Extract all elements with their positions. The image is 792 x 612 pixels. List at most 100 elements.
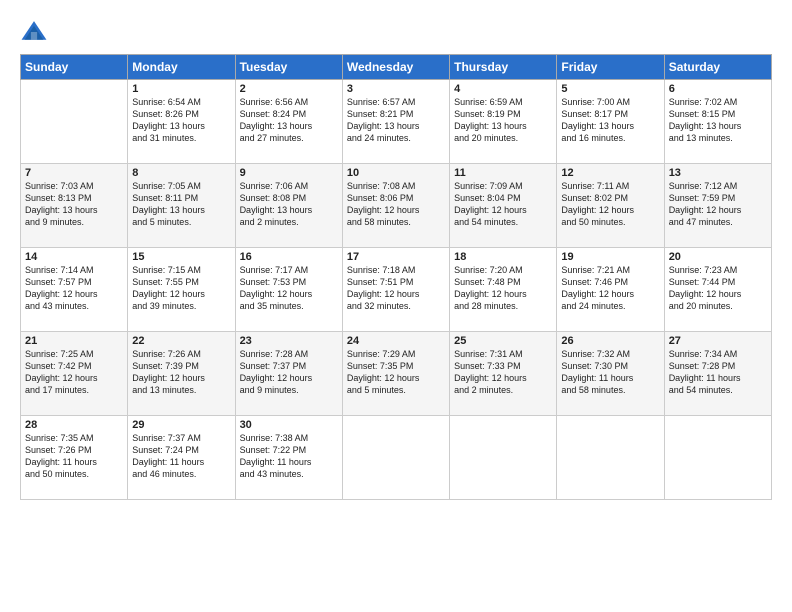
day-info: Sunrise: 7:21 AM Sunset: 7:46 PM Dayligh…: [561, 264, 659, 313]
day-number: 21: [25, 335, 123, 347]
day-info: Sunrise: 7:37 AM Sunset: 7:24 PM Dayligh…: [132, 432, 230, 481]
calendar-cell: 13Sunrise: 7:12 AM Sunset: 7:59 PM Dayli…: [664, 164, 771, 248]
day-number: 6: [669, 83, 767, 95]
day-info: Sunrise: 6:59 AM Sunset: 8:19 PM Dayligh…: [454, 96, 552, 145]
day-info: Sunrise: 7:20 AM Sunset: 7:48 PM Dayligh…: [454, 264, 552, 313]
day-number: 11: [454, 167, 552, 179]
day-number: 24: [347, 335, 445, 347]
calendar-cell: 14Sunrise: 7:14 AM Sunset: 7:57 PM Dayli…: [21, 248, 128, 332]
day-info: Sunrise: 7:32 AM Sunset: 7:30 PM Dayligh…: [561, 348, 659, 397]
calendar-cell: 21Sunrise: 7:25 AM Sunset: 7:42 PM Dayli…: [21, 332, 128, 416]
day-header-sunday: Sunday: [21, 55, 128, 80]
day-number: 27: [669, 335, 767, 347]
calendar-cell: [664, 416, 771, 500]
day-headers: SundayMondayTuesdayWednesdayThursdayFrid…: [21, 55, 772, 80]
calendar-cell: 12Sunrise: 7:11 AM Sunset: 8:02 PM Dayli…: [557, 164, 664, 248]
calendar-cell: 28Sunrise: 7:35 AM Sunset: 7:26 PM Dayli…: [21, 416, 128, 500]
day-number: 12: [561, 167, 659, 179]
day-number: 10: [347, 167, 445, 179]
day-info: Sunrise: 6:54 AM Sunset: 8:26 PM Dayligh…: [132, 96, 230, 145]
day-info: Sunrise: 7:38 AM Sunset: 7:22 PM Dayligh…: [240, 432, 338, 481]
day-info: Sunrise: 7:28 AM Sunset: 7:37 PM Dayligh…: [240, 348, 338, 397]
day-header-thursday: Thursday: [450, 55, 557, 80]
day-number: 28: [25, 419, 123, 431]
day-info: Sunrise: 7:12 AM Sunset: 7:59 PM Dayligh…: [669, 180, 767, 229]
day-number: 20: [669, 251, 767, 263]
calendar-week-2: 7Sunrise: 7:03 AM Sunset: 8:13 PM Daylig…: [21, 164, 772, 248]
day-info: Sunrise: 7:03 AM Sunset: 8:13 PM Dayligh…: [25, 180, 123, 229]
calendar-cell: 17Sunrise: 7:18 AM Sunset: 7:51 PM Dayli…: [342, 248, 449, 332]
header: [20, 18, 772, 46]
calendar-cell: 2Sunrise: 6:56 AM Sunset: 8:24 PM Daylig…: [235, 80, 342, 164]
logo: [20, 18, 52, 46]
calendar-cell: 10Sunrise: 7:08 AM Sunset: 8:06 PM Dayli…: [342, 164, 449, 248]
day-info: Sunrise: 6:56 AM Sunset: 8:24 PM Dayligh…: [240, 96, 338, 145]
day-header-saturday: Saturday: [664, 55, 771, 80]
calendar-cell: 24Sunrise: 7:29 AM Sunset: 7:35 PM Dayli…: [342, 332, 449, 416]
calendar-week-5: 28Sunrise: 7:35 AM Sunset: 7:26 PM Dayli…: [21, 416, 772, 500]
calendar-cell: 19Sunrise: 7:21 AM Sunset: 7:46 PM Dayli…: [557, 248, 664, 332]
day-info: Sunrise: 7:06 AM Sunset: 8:08 PM Dayligh…: [240, 180, 338, 229]
calendar-week-3: 14Sunrise: 7:14 AM Sunset: 7:57 PM Dayli…: [21, 248, 772, 332]
day-info: Sunrise: 7:31 AM Sunset: 7:33 PM Dayligh…: [454, 348, 552, 397]
calendar-cell: 11Sunrise: 7:09 AM Sunset: 8:04 PM Dayli…: [450, 164, 557, 248]
day-number: 1: [132, 83, 230, 95]
day-number: 23: [240, 335, 338, 347]
calendar-cell: 20Sunrise: 7:23 AM Sunset: 7:44 PM Dayli…: [664, 248, 771, 332]
calendar-cell: 5Sunrise: 7:00 AM Sunset: 8:17 PM Daylig…: [557, 80, 664, 164]
day-info: Sunrise: 7:23 AM Sunset: 7:44 PM Dayligh…: [669, 264, 767, 313]
day-header-monday: Monday: [128, 55, 235, 80]
day-header-tuesday: Tuesday: [235, 55, 342, 80]
calendar-cell: [342, 416, 449, 500]
day-number: 30: [240, 419, 338, 431]
calendar-cell: 18Sunrise: 7:20 AM Sunset: 7:48 PM Dayli…: [450, 248, 557, 332]
calendar-cell: [450, 416, 557, 500]
day-number: 14: [25, 251, 123, 263]
calendar-cell: 25Sunrise: 7:31 AM Sunset: 7:33 PM Dayli…: [450, 332, 557, 416]
day-number: 3: [347, 83, 445, 95]
day-info: Sunrise: 7:17 AM Sunset: 7:53 PM Dayligh…: [240, 264, 338, 313]
calendar-week-1: 1Sunrise: 6:54 AM Sunset: 8:26 PM Daylig…: [21, 80, 772, 164]
day-info: Sunrise: 7:34 AM Sunset: 7:28 PM Dayligh…: [669, 348, 767, 397]
calendar-week-4: 21Sunrise: 7:25 AM Sunset: 7:42 PM Dayli…: [21, 332, 772, 416]
day-number: 29: [132, 419, 230, 431]
day-number: 7: [25, 167, 123, 179]
day-info: Sunrise: 7:25 AM Sunset: 7:42 PM Dayligh…: [25, 348, 123, 397]
calendar-cell: 26Sunrise: 7:32 AM Sunset: 7:30 PM Dayli…: [557, 332, 664, 416]
day-number: 4: [454, 83, 552, 95]
calendar-cell: 27Sunrise: 7:34 AM Sunset: 7:28 PM Dayli…: [664, 332, 771, 416]
day-number: 19: [561, 251, 659, 263]
day-header-wednesday: Wednesday: [342, 55, 449, 80]
day-info: Sunrise: 7:15 AM Sunset: 7:55 PM Dayligh…: [132, 264, 230, 313]
day-number: 17: [347, 251, 445, 263]
day-info: Sunrise: 7:11 AM Sunset: 8:02 PM Dayligh…: [561, 180, 659, 229]
day-info: Sunrise: 7:08 AM Sunset: 8:06 PM Dayligh…: [347, 180, 445, 229]
day-number: 18: [454, 251, 552, 263]
calendar-cell: 8Sunrise: 7:05 AM Sunset: 8:11 PM Daylig…: [128, 164, 235, 248]
day-info: Sunrise: 7:18 AM Sunset: 7:51 PM Dayligh…: [347, 264, 445, 313]
logo-icon: [20, 18, 48, 46]
page: SundayMondayTuesdayWednesdayThursdayFrid…: [0, 0, 792, 612]
calendar-cell: 22Sunrise: 7:26 AM Sunset: 7:39 PM Dayli…: [128, 332, 235, 416]
day-number: 22: [132, 335, 230, 347]
calendar-cell: 3Sunrise: 6:57 AM Sunset: 8:21 PM Daylig…: [342, 80, 449, 164]
calendar-cell: 23Sunrise: 7:28 AM Sunset: 7:37 PM Dayli…: [235, 332, 342, 416]
day-info: Sunrise: 7:09 AM Sunset: 8:04 PM Dayligh…: [454, 180, 552, 229]
calendar-cell: 9Sunrise: 7:06 AM Sunset: 8:08 PM Daylig…: [235, 164, 342, 248]
day-info: Sunrise: 6:57 AM Sunset: 8:21 PM Dayligh…: [347, 96, 445, 145]
calendar-cell: 7Sunrise: 7:03 AM Sunset: 8:13 PM Daylig…: [21, 164, 128, 248]
day-number: 2: [240, 83, 338, 95]
day-info: Sunrise: 7:29 AM Sunset: 7:35 PM Dayligh…: [347, 348, 445, 397]
calendar-cell: 15Sunrise: 7:15 AM Sunset: 7:55 PM Dayli…: [128, 248, 235, 332]
day-number: 26: [561, 335, 659, 347]
day-number: 8: [132, 167, 230, 179]
day-number: 16: [240, 251, 338, 263]
calendar-cell: 16Sunrise: 7:17 AM Sunset: 7:53 PM Dayli…: [235, 248, 342, 332]
day-info: Sunrise: 7:35 AM Sunset: 7:26 PM Dayligh…: [25, 432, 123, 481]
day-header-friday: Friday: [557, 55, 664, 80]
calendar-cell: 29Sunrise: 7:37 AM Sunset: 7:24 PM Dayli…: [128, 416, 235, 500]
calendar-cell: 6Sunrise: 7:02 AM Sunset: 8:15 PM Daylig…: [664, 80, 771, 164]
calendar-cell: 30Sunrise: 7:38 AM Sunset: 7:22 PM Dayli…: [235, 416, 342, 500]
day-number: 5: [561, 83, 659, 95]
calendar-cell: [21, 80, 128, 164]
